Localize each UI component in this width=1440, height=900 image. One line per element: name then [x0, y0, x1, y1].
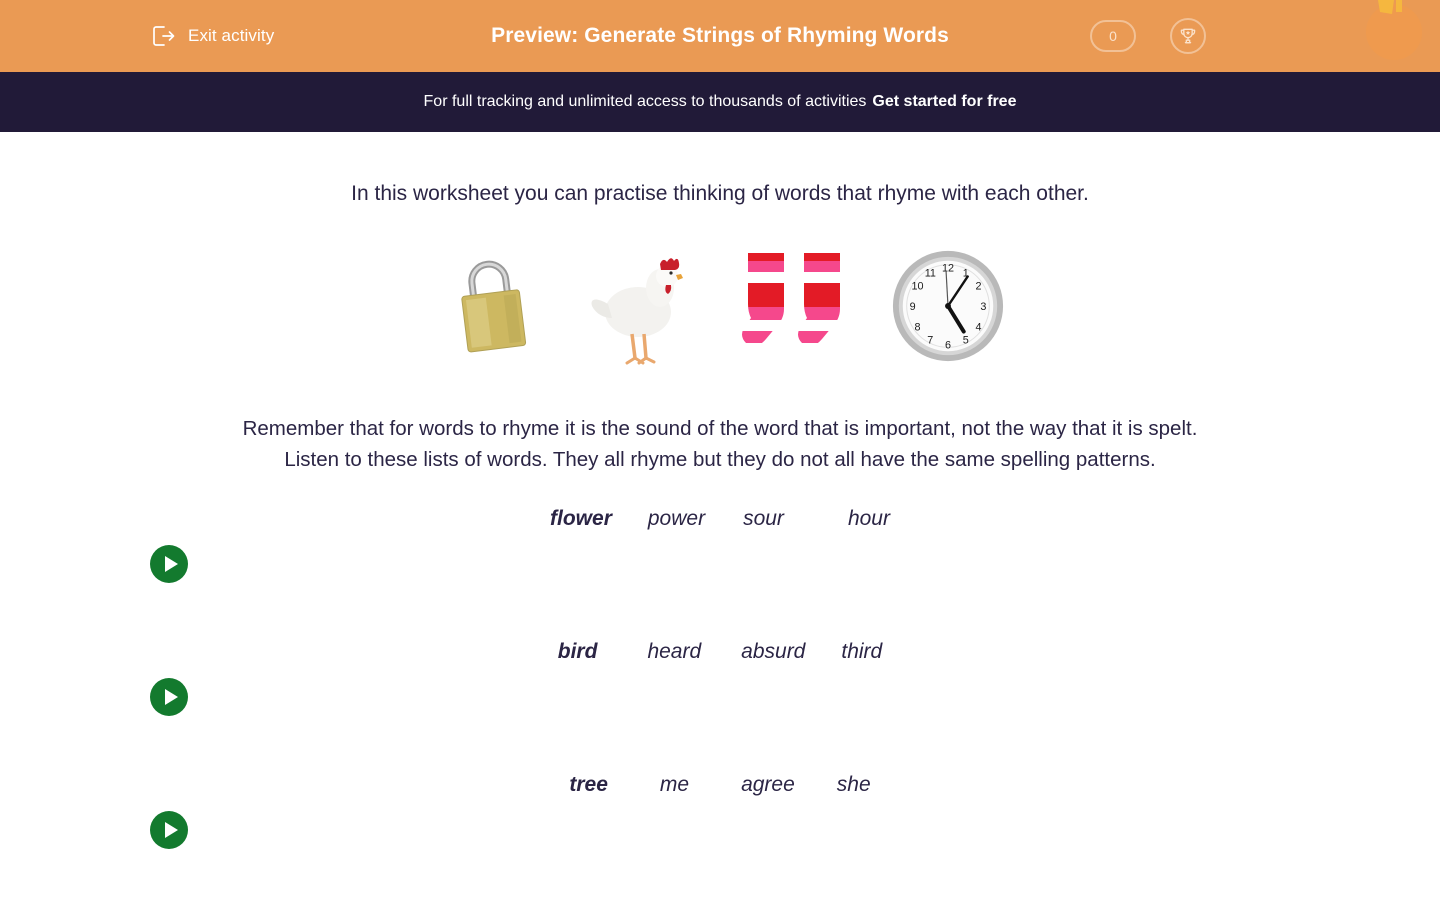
svg-text:5: 5	[963, 335, 969, 347]
intro-text: In this worksheet you can practise think…	[351, 182, 1089, 205]
rhyme-word: third	[841, 640, 883, 664]
rhyme-word: bird	[557, 640, 598, 664]
rhyme-row: bird heard absurd third	[0, 632, 1440, 765]
svg-text:9: 9	[910, 301, 916, 313]
rhyme-word: flower	[550, 507, 612, 531]
remember-line-1: Remember that for words to rhyme it is t…	[242, 417, 1198, 441]
remember-text: Remember that for words to rhyme it is t…	[0, 413, 1440, 475]
worksheet-body: In this worksheet you can practise think…	[0, 180, 1440, 900]
play-triangle-icon	[164, 556, 178, 573]
rhyme-word: sour	[743, 507, 784, 531]
app-header: Exit activity Preview: Generate Strings …	[0, 0, 1440, 72]
trophy-button[interactable]	[1170, 18, 1206, 54]
rhyme-word: me	[659, 773, 690, 797]
svg-text:6: 6	[945, 340, 951, 352]
padlock-image	[433, 241, 551, 371]
rhyme-word: she	[836, 773, 871, 797]
clock-image: 12 1 2 3 4 5 6 7 8 9 10 11	[889, 241, 1007, 371]
svg-text:3: 3	[980, 301, 986, 313]
svg-text:10: 10	[912, 281, 924, 293]
rhyme-word: tree	[569, 773, 608, 797]
play-icon[interactable]	[150, 545, 188, 584]
socks-image	[737, 241, 855, 371]
rhyme-word: heard	[647, 640, 702, 664]
remember-line-2: Listen to these lists of words. They all…	[284, 448, 1156, 472]
play-icon[interactable]	[150, 811, 188, 850]
promo-text: For full tracking and unlimited access t…	[423, 93, 867, 110]
orange-fruit-logo	[1358, 0, 1430, 64]
rhyme-word: absurd	[741, 640, 806, 664]
rhyme-word: power	[647, 507, 706, 531]
play-icon[interactable]	[150, 678, 188, 717]
svg-text:2: 2	[975, 281, 981, 293]
rhyme-words: bird heard absurd third	[0, 640, 1440, 664]
svg-text:11: 11	[925, 268, 936, 280]
rhyme-word: agree	[741, 773, 795, 797]
svg-text:7: 7	[927, 335, 933, 347]
picture-row: 12 1 2 3 4 5 6 7 8 9 10 11	[0, 241, 1440, 371]
svg-text:4: 4	[975, 322, 981, 334]
rhyme-list: flower power sour hour bird heard absurd…	[0, 499, 1440, 898]
promo-banner: For full tracking and unlimited access t…	[0, 72, 1440, 132]
rhyme-row: tree me agree she	[0, 765, 1440, 898]
score-badge[interactable]: 0	[1090, 20, 1136, 52]
page-title: Preview: Generate Strings of Rhyming Wor…	[491, 24, 949, 47]
play-triangle-icon	[164, 822, 178, 839]
svg-text:8: 8	[915, 322, 921, 334]
rhyme-word: hour	[847, 507, 890, 531]
svg-text:12: 12	[942, 263, 954, 275]
trophy-icon	[1178, 26, 1198, 46]
rhyme-row: flower power sour hour	[0, 499, 1440, 632]
rhyme-words: flower power sour hour	[0, 507, 1440, 531]
play-triangle-icon	[164, 689, 178, 706]
rhyme-words: tree me agree she	[0, 773, 1440, 797]
get-started-link[interactable]: Get started for free	[872, 93, 1016, 111]
rooster-image	[585, 241, 703, 371]
